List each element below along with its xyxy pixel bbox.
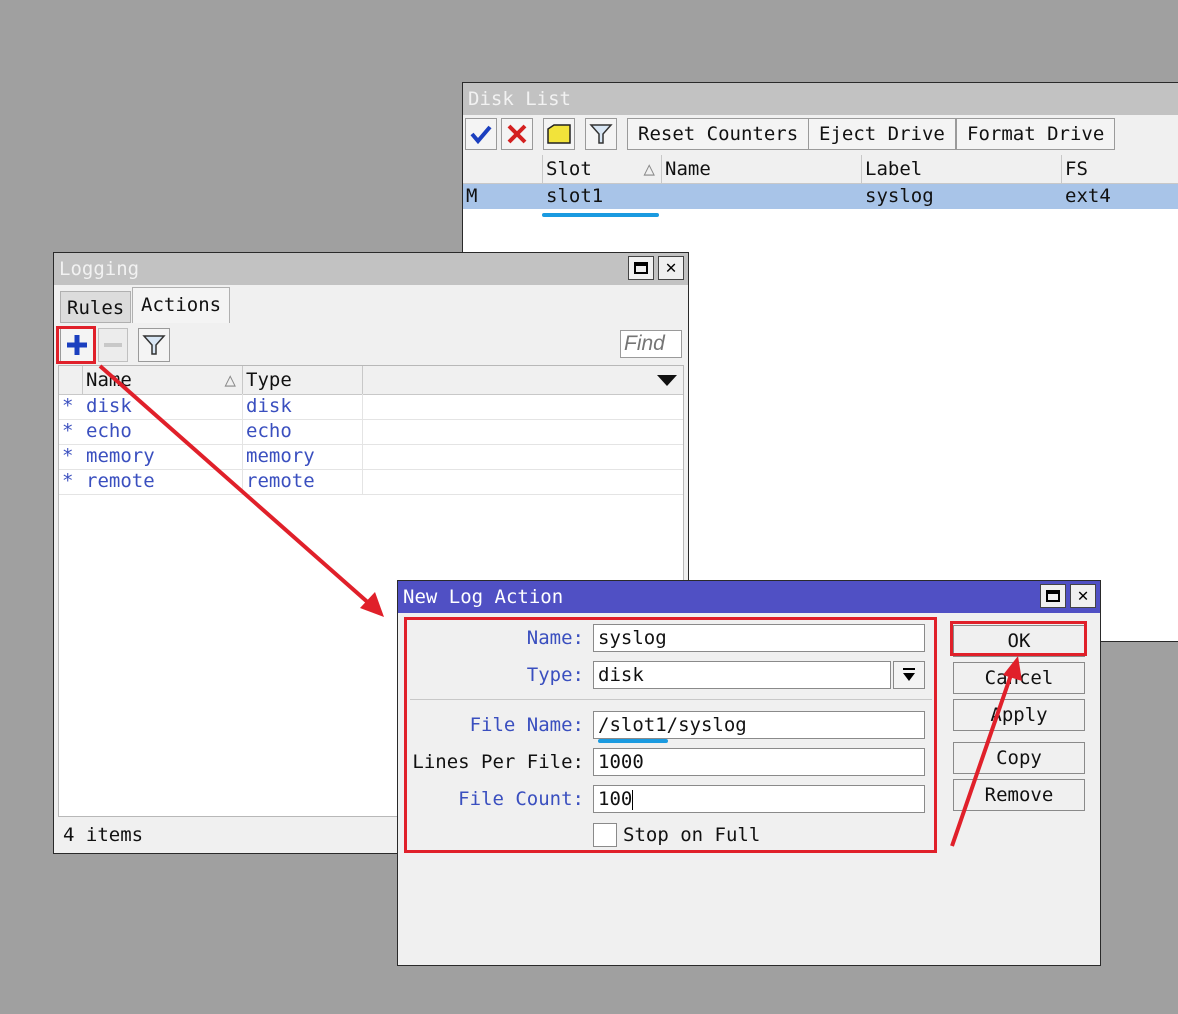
minus-icon (104, 343, 122, 347)
row-flag: * (62, 420, 74, 442)
dialog-window-controls: ✕ (1040, 584, 1096, 608)
disable-button[interactable] (501, 118, 533, 150)
filter-button[interactable] (138, 328, 170, 362)
row-type: echo (243, 419, 363, 444)
slot-column-header[interactable]: Slot △ (543, 155, 662, 183)
filter-icon (142, 335, 166, 355)
name-column-header[interactable]: Name △ (83, 366, 243, 394)
logging-toolbar (54, 325, 688, 365)
flag-column-header[interactable] (463, 155, 543, 183)
maximize-icon (1046, 590, 1060, 602)
row-type: memory (243, 444, 363, 469)
check-icon (470, 125, 492, 145)
row-flag: M (466, 185, 478, 207)
maximize-button[interactable] (628, 256, 654, 280)
row-fs: ext4 (1065, 185, 1111, 207)
add-button-highlight (56, 326, 96, 364)
sort-asc-icon: △ (224, 369, 236, 391)
row-slot: slot1 (546, 185, 604, 207)
logging-title: Logging (59, 258, 140, 280)
comment-button[interactable] (543, 118, 575, 150)
logging-titlebar[interactable]: Logging ✕ (54, 253, 688, 285)
slot-underline (542, 213, 659, 217)
disk-list-title: Disk List (468, 88, 571, 110)
maximize-icon (634, 262, 648, 274)
cancel-button[interactable]: Cancel (953, 662, 1085, 694)
row-type: disk (243, 394, 363, 419)
maximize-button[interactable] (1040, 584, 1066, 608)
sort-asc-icon: △ (643, 158, 655, 180)
table-row[interactable]: M slot1 syslog ext4 (463, 184, 1178, 209)
close-button[interactable]: ✕ (1070, 584, 1096, 608)
format-drive-button[interactable]: Format Drive (956, 118, 1116, 150)
reset-counters-button[interactable]: Reset Counters (627, 118, 810, 150)
remove-button[interactable]: Remove (953, 779, 1085, 811)
disk-list-header: Slot △ Name Label FS (463, 155, 1178, 184)
label-column-header[interactable]: Label (862, 155, 1062, 183)
actions-list-header: Name △ Type (59, 366, 683, 395)
row-name: remote (83, 469, 243, 494)
row-type: remote (243, 469, 363, 494)
row-name: disk (83, 394, 243, 419)
copy-button[interactable]: Copy (953, 742, 1085, 774)
tab-actions[interactable]: Actions (132, 287, 231, 323)
list-item[interactable]: * remote remote (59, 469, 683, 495)
logging-tabs: Rules Actions (60, 287, 660, 323)
list-item[interactable]: * echo echo (59, 419, 683, 445)
close-button[interactable]: ✕ (658, 256, 684, 280)
filter-button[interactable] (585, 118, 617, 150)
filter-icon (589, 124, 613, 144)
item-count: 4 items (63, 824, 144, 846)
logging-window-controls: ✕ (628, 256, 684, 280)
row-flag: * (62, 395, 74, 417)
row-flag: * (62, 445, 74, 467)
enable-button[interactable] (465, 118, 497, 150)
list-item[interactable]: * memory memory (59, 444, 683, 470)
row-name: memory (83, 444, 243, 469)
form-highlight (404, 617, 937, 853)
fs-column-header[interactable]: FS (1062, 155, 1178, 183)
ok-button-highlight (950, 621, 1087, 656)
note-icon (547, 124, 571, 144)
close-icon: ✕ (665, 257, 677, 278)
remove-button[interactable] (98, 328, 128, 362)
disk-list-titlebar[interactable]: Disk List (463, 83, 1178, 115)
close-icon: ✕ (1077, 585, 1089, 606)
name-column-header[interactable]: Name (662, 155, 862, 183)
row-label: syslog (865, 185, 934, 207)
eject-drive-button[interactable]: Eject Drive (808, 118, 956, 150)
list-item[interactable]: * disk disk (59, 394, 683, 420)
x-icon (507, 124, 527, 144)
row-name (662, 184, 862, 209)
row-flag: * (62, 470, 74, 492)
triangle-down-icon (657, 375, 677, 386)
dialog-title: New Log Action (403, 586, 564, 608)
disk-list-toolbar: Reset Counters Eject Drive Format Drive (463, 115, 1178, 156)
tab-rules[interactable]: Rules (60, 291, 132, 323)
find-input[interactable] (620, 330, 682, 358)
dialog-titlebar[interactable]: New Log Action ✕ (398, 581, 1100, 613)
apply-button[interactable]: Apply (953, 699, 1085, 731)
row-name: echo (83, 419, 243, 444)
column-menu-button[interactable] (655, 370, 679, 390)
flag-column-header[interactable] (59, 366, 83, 394)
type-column-header[interactable]: Type (243, 366, 363, 394)
